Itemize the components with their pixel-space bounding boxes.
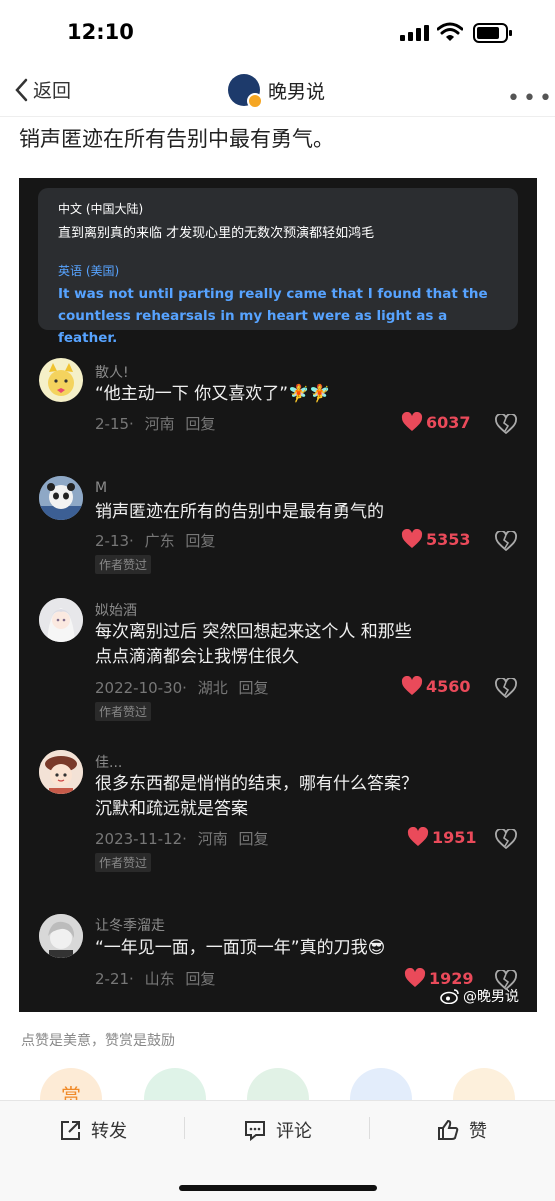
post-headline: 销声匿迹在所有告别中最有勇气。 [19, 127, 334, 151]
dislike-icon[interactable] [495, 531, 517, 551]
comment-author: 佳... [95, 755, 123, 771]
dislike-icon[interactable] [495, 829, 517, 849]
avatar [39, 598, 83, 642]
cellular-signal-icon [400, 25, 429, 41]
heart-icon [401, 412, 423, 431]
back-label: 返回 [33, 80, 72, 102]
comment-meta: 2-13· 广东 回复 [95, 532, 216, 550]
wifi-icon [437, 22, 463, 41]
subtitle-panel: 中文 (中国大陆) 直到离别真的来临 才发现心里的无数次预演都轻如鸿毛 英语 (… [38, 188, 518, 346]
like-count[interactable]: 1951 [407, 827, 477, 847]
comment-text: “他主动一下 你又喜欢了”🧚🧚 [95, 384, 331, 404]
avatar [39, 358, 83, 402]
heart-icon [401, 676, 423, 695]
verified-badge-icon [247, 93, 263, 109]
status-bar: 12:10 [0, 0, 555, 66]
author-liked-badge: 作者赞过 [95, 555, 152, 574]
comment-text: “一年见一面，一面顶一年”真的刀我😎 [95, 938, 386, 958]
image-button[interactable] [453, 1068, 515, 1100]
avatar [39, 750, 83, 794]
chevron-left-icon [15, 78, 28, 101]
comment-text: 很多东西都是悄悄的结束，哪有什么答案？沉默和疏远就是答案 [95, 774, 418, 819]
heart-icon [401, 529, 423, 548]
weibo-watermark: @晚男说 [440, 986, 519, 1006]
comment-text: 销声匿迹在所有的告别中是最有勇气的 [95, 502, 384, 522]
reward-row: 赏 [0, 1068, 555, 1100]
subtitle-lang-zh: 中文 (中国大陆) [58, 202, 144, 216]
share-icon [61, 1120, 80, 1140]
avatar [39, 914, 83, 958]
comment-author: 让冬季溜走 [95, 918, 165, 934]
bottom-action-bar: 转发 评论 赞 [0, 1100, 555, 1201]
comment-text: 每次离别过后 突然回想起来这个人 和那些点点滴滴都会让我愣住很久 [95, 622, 412, 667]
home-indicator [179, 1185, 377, 1191]
comment-author: M [95, 480, 108, 496]
account-title[interactable]: 晚男说 [228, 74, 326, 109]
reward-button[interactable]: 赏 [40, 1068, 102, 1100]
more-options-icon[interactable]: ••• [507, 86, 555, 111]
comment-meta: 2-15· 河南 回复 [95, 415, 216, 433]
comment-meta: 2023-11-12· 河南 回复 [95, 830, 269, 848]
battery-icon [473, 23, 512, 43]
account-name: 晚男说 [268, 80, 326, 103]
globe-button[interactable] [247, 1068, 309, 1100]
account-avatar [228, 74, 263, 109]
like-count[interactable]: 5353 [401, 529, 471, 549]
divider [369, 1117, 370, 1139]
comment-meta: 2-21· 山东 回复 [95, 970, 216, 988]
comment-author: 散人! [95, 365, 129, 381]
like-button[interactable]: 赞 [437, 1117, 487, 1143]
like-count[interactable]: 4560 [401, 676, 471, 696]
nav-bar: 返回 晚男说 ••• [0, 66, 555, 117]
author-liked-badge: 作者赞过 [95, 853, 152, 872]
heart-icon [404, 968, 426, 987]
subtitle-text-zh: 直到离别真的来临 才发现心里的无数次预演都轻如鸿毛 [58, 226, 375, 241]
like-count[interactable]: 6037 [401, 412, 471, 432]
share-button[interactable]: 转发 [60, 1117, 127, 1143]
reward-label: 赏 [61, 1084, 81, 1100]
dislike-icon[interactable] [495, 678, 517, 698]
comment-icon [245, 1120, 265, 1141]
avatar [39, 476, 83, 520]
like-count[interactable]: 1929 [404, 968, 474, 988]
comment-author: 姒始酒 [95, 603, 137, 619]
subtitle-lang-en: 英语 (美国) [58, 264, 120, 278]
status-time: 12:10 [67, 20, 134, 44]
thumbs-up-icon [438, 1119, 459, 1140]
weibo-logo-icon [440, 989, 459, 1004]
dislike-icon[interactable] [495, 414, 517, 434]
author-liked-badge: 作者赞过 [95, 702, 152, 721]
divider [184, 1117, 185, 1139]
heart-icon [407, 827, 429, 846]
comment-meta: 2022-10-30· 湖北 回复 [95, 679, 269, 697]
post-video[interactable]: 中文 (中国大陆) 直到离别真的来临 才发现心里的无数次预演都轻如鸿毛 英语 (… [19, 178, 537, 1012]
comment-button[interactable]: 评论 [244, 1117, 312, 1143]
emoji-button[interactable] [144, 1068, 206, 1100]
back-button[interactable]: 返回 [14, 76, 71, 103]
reward-caption: 点赞是美意，赞赏是鼓励 [21, 1033, 175, 1049]
bell-button[interactable] [350, 1068, 412, 1100]
subtitle-text-en: It was not until parting really came tha… [58, 286, 488, 346]
